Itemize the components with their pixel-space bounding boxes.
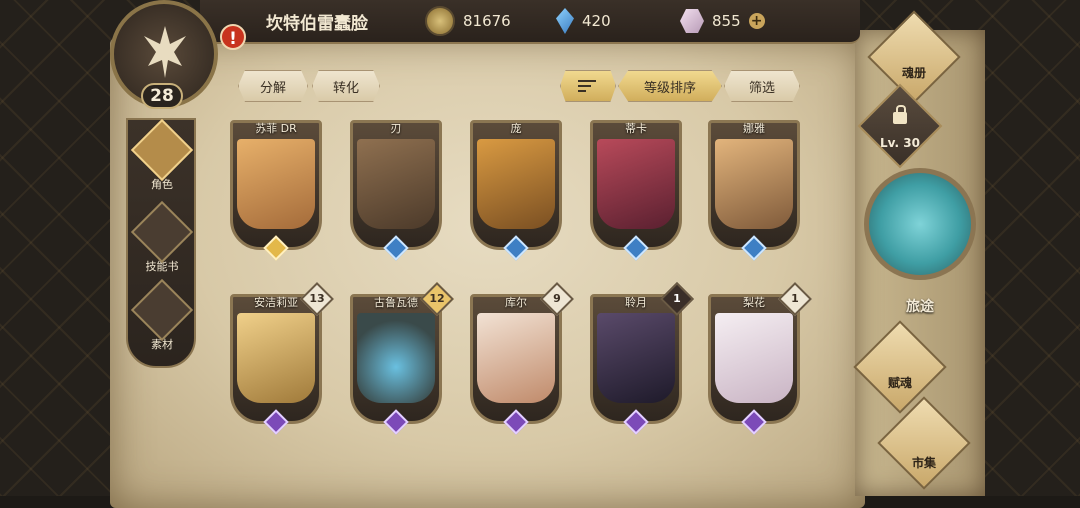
character-portrait xyxy=(715,139,793,229)
gold-coin-icon xyxy=(425,6,455,36)
sort-icon xyxy=(578,80,598,92)
filter-button[interactable]: 筛选 xyxy=(724,70,800,102)
character-name: 庞 xyxy=(510,122,522,135)
blue-gem-icon xyxy=(556,8,574,34)
soul-button[interactable]: 赋魂 xyxy=(852,320,948,414)
nav-skillbook[interactable]: 技能书 xyxy=(130,200,194,274)
character-icon xyxy=(130,118,194,182)
character-portrait xyxy=(715,313,793,403)
count-value: 13 xyxy=(309,292,325,305)
gold-amount: 81676 xyxy=(463,12,511,30)
materials-icon xyxy=(130,278,194,342)
sort-level-button[interactable]: 等级排序 xyxy=(618,70,722,102)
crystal-icon xyxy=(680,9,704,33)
album-icon xyxy=(867,10,961,104)
lock-icon xyxy=(893,105,907,124)
crystal-currency[interactable]: 855 + xyxy=(680,6,765,36)
market-icon xyxy=(877,396,971,490)
player-name: 坎特伯雷蠢脸 xyxy=(266,14,368,34)
album-label: 魂册 xyxy=(901,66,926,80)
sort-order-button[interactable] xyxy=(560,70,616,102)
journey-button[interactable] xyxy=(864,168,976,280)
count-value: 12 xyxy=(429,292,445,305)
character-card[interactable]: 苏菲 DR xyxy=(230,120,322,261)
count-value: 1 xyxy=(673,292,681,305)
character-card[interactable]: 娜雅 xyxy=(708,120,800,261)
gem-amount: 420 xyxy=(582,12,611,30)
character-name: 蒂卡 xyxy=(625,122,647,135)
soul-label: 赋魂 xyxy=(887,376,912,390)
emblem-icon xyxy=(144,26,186,78)
character-portrait xyxy=(597,313,675,403)
journey-label: 旅途 xyxy=(906,299,934,315)
character-portrait xyxy=(237,313,315,403)
gem-currency: 420 xyxy=(556,6,611,36)
character-name: 娜雅 xyxy=(743,122,765,135)
character-portrait xyxy=(597,139,675,229)
character-portrait xyxy=(357,313,435,403)
add-crystal-icon[interactable]: + xyxy=(748,13,765,29)
market-label: 市集 xyxy=(911,456,936,470)
character-portrait xyxy=(237,139,315,229)
character-portrait xyxy=(477,313,555,403)
character-card[interactable]: 古鲁瓦德 12 xyxy=(350,282,454,435)
locked-slot xyxy=(857,83,943,169)
crystal-amount: 855 xyxy=(712,12,741,30)
player-level: 28 xyxy=(141,83,183,109)
character-name: 刃 xyxy=(390,122,402,135)
convert-button[interactable]: 转化 xyxy=(312,70,380,102)
soul-icon xyxy=(853,320,947,414)
character-name: 苏菲 DR xyxy=(255,122,297,135)
gold-currency: 81676 xyxy=(425,6,511,36)
character-card[interactable]: 安洁莉亚 13 xyxy=(230,282,334,435)
main-panel xyxy=(110,38,865,508)
count-value: 9 xyxy=(553,292,561,305)
count-value: 1 xyxy=(791,292,799,305)
character-card[interactable]: 蒂卡 xyxy=(590,120,682,261)
character-card[interactable]: 刃 xyxy=(350,120,442,261)
character-card[interactable]: 聆月 1 xyxy=(590,282,694,435)
decompose-button[interactable]: 分解 xyxy=(238,70,308,102)
nav-character[interactable]: 角色 xyxy=(130,118,194,192)
character-card[interactable]: 库尔 9 xyxy=(470,282,574,435)
alert-icon[interactable]: ! xyxy=(220,24,246,50)
character-portrait xyxy=(357,139,435,229)
market-button[interactable]: 市集 xyxy=(876,396,972,490)
nav-materials[interactable]: 素材 xyxy=(130,278,194,352)
character-portrait xyxy=(477,139,555,229)
character-card[interactable]: 梨花 1 xyxy=(708,282,812,435)
lock-level-label: Lv. 30 xyxy=(880,136,920,150)
character-card[interactable]: 庞 xyxy=(470,120,562,261)
skillbook-icon xyxy=(130,200,194,264)
